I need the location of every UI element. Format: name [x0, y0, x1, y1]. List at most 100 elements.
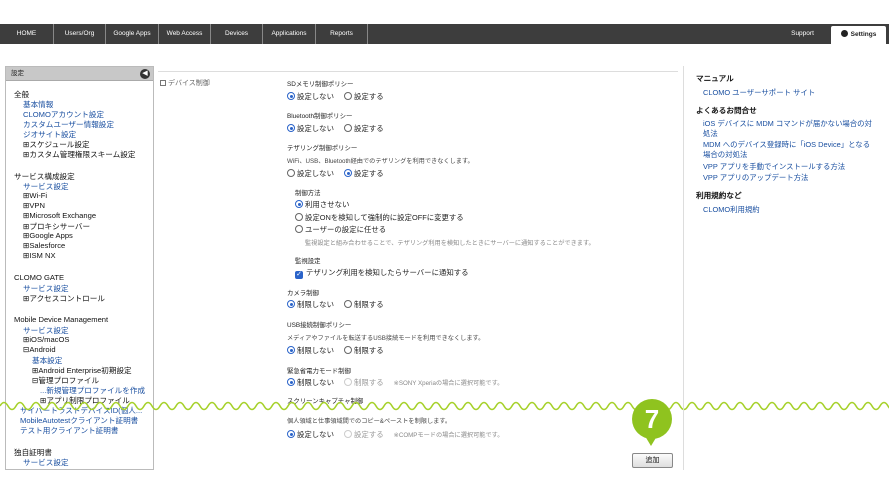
bt-policy-title: Bluetooth制御ポリシー — [287, 113, 353, 120]
radio-label: 制限しない — [297, 346, 334, 355]
checkbox-label: テザリング利用を検知したらサーバーに通知する — [306, 268, 469, 277]
radio-icon — [295, 200, 303, 208]
sidebar-item[interactable]: ⊞Microsoft Exchange — [23, 211, 96, 220]
sd-policy-on[interactable]: 設定する — [344, 92, 384, 101]
collapse-box-icon — [160, 80, 166, 86]
radio-icon — [344, 346, 353, 354]
camera-no-restrict[interactable]: 制限しない — [287, 300, 334, 309]
radio-icon — [287, 92, 295, 100]
tethering-policy-off[interactable]: 設定しない — [287, 169, 334, 178]
radio-icon — [344, 92, 353, 100]
section-device-control[interactable]: デバイス制御 — [160, 78, 210, 88]
radio-icon — [295, 213, 303, 221]
sidebar-title: 設定 — [11, 70, 24, 77]
control-method-title: 制御方法 — [295, 190, 321, 197]
radio-label: 設定する — [354, 169, 384, 178]
faq-link-vpp-install[interactable]: VPP アプリを手動でインストールする方法 — [703, 161, 845, 172]
manual-heading: マニュアル — [696, 74, 734, 83]
bt-policy-options: 設定しない 設定する — [287, 123, 392, 134]
top-nav-bar: HOME Users/Org Google Apps Web Access De… — [0, 24, 889, 44]
radio-icon — [287, 346, 295, 354]
sidebar-item[interactable]: ⊞VPN — [23, 201, 45, 210]
radio-label: 設定ONを検知して強制的に設定OFFに変更する — [305, 213, 464, 222]
bt-policy-on[interactable]: 設定する — [344, 124, 384, 133]
tab-users-org[interactable]: Users/Org — [54, 24, 106, 44]
screen-capture-off[interactable]: 設定しない — [287, 430, 334, 439]
radio-label: 設定しない — [297, 92, 334, 101]
radio-icon — [287, 124, 295, 132]
method-block-option[interactable]: 利用させない — [295, 199, 349, 210]
emergency-power-options: 制限しない 制限する ※SONY Xperiaの場合に選択可能です。 — [287, 377, 503, 388]
sd-policy-title: SDメモリ制御ポリシー — [287, 81, 354, 88]
section-label: デバイス制御 — [168, 80, 210, 87]
usb-policy-options: 制限しない 制限する — [287, 345, 392, 356]
tab-applications[interactable]: Applications — [263, 24, 316, 44]
emergency-note: ※SONY Xperiaの場合に選択可能です。 — [393, 380, 504, 387]
radio-icon — [344, 300, 353, 308]
sidebar-item[interactable]: ⊞Salesforce — [23, 241, 65, 250]
faq-heading: よくあるお問合せ — [696, 106, 757, 115]
add-button[interactable]: 追加 — [632, 453, 673, 468]
sidebar-item[interactable]: サービス設定 — [23, 457, 69, 468]
tab-settings[interactable]: Settings — [831, 26, 886, 44]
sidebar-item[interactable]: ⊞Google Apps — [23, 231, 73, 240]
radio-icon — [344, 378, 353, 386]
sidebar-item[interactable]: ⊟Android — [23, 345, 56, 354]
sidebar-header: 設定 ◀ — [6, 67, 153, 81]
callout-pointer — [645, 436, 657, 446]
usb-policy-title: USB接続制御ポリシー — [287, 322, 352, 329]
tab-reports[interactable]: Reports — [316, 24, 368, 44]
emergency-power-title: 緊急省電力モード制御 — [287, 368, 351, 375]
faq-link-vpp-update[interactable]: VPP アプリのアップデート方法 — [703, 172, 808, 183]
terms-link[interactable]: CLOMO利用規約 — [703, 204, 760, 215]
tab-devices[interactable]: Devices — [211, 24, 263, 44]
radio-label: 制限する — [354, 378, 384, 387]
camera-restrict[interactable]: 制限する — [344, 300, 384, 309]
tethering-policy-on[interactable]: 設定する — [344, 169, 384, 178]
camera-control-options: 制限しない 制限する — [287, 299, 392, 310]
radio-label: 制限しない — [297, 300, 334, 309]
usb-no-restrict[interactable]: 制限しない — [287, 346, 334, 355]
emergency-restrict[interactable]: 制限する — [344, 378, 384, 387]
terms-heading: 利用規約など — [696, 191, 742, 200]
manual-link[interactable]: CLOMO ユーザーサポート サイト — [703, 87, 815, 98]
tab-support[interactable]: Support — [775, 24, 830, 44]
tethering-policy-options: 設定しない 設定する — [287, 168, 392, 179]
control-method-desc: 監視設定と組み合わせることで、テザリング利用を検知したときにサーバーに通知するこ… — [305, 240, 595, 247]
sidebar-item[interactable]: ⊞アクセスコントロール — [23, 293, 105, 304]
radio-icon — [344, 430, 353, 438]
settings-label: Settings — [850, 31, 877, 38]
sd-policy-off[interactable]: 設定しない — [287, 92, 334, 101]
sidebar-item[interactable]: テスト用クライアント証明書 — [20, 425, 118, 436]
radio-label: ユーザーの設定に任せる — [305, 225, 387, 234]
emergency-no-restrict[interactable]: 制限しない — [287, 378, 334, 387]
monitor-notify-checkbox[interactable]: ✓ テザリング利用を検知したらサーバーに通知する — [295, 267, 469, 279]
radio-icon — [344, 124, 353, 132]
screen-capture-on[interactable]: 設定する — [344, 430, 384, 439]
faq-link-ios-device-cont[interactable]: 場合の対処法 — [703, 149, 747, 160]
tab-google-apps[interactable]: Google Apps — [106, 24, 159, 44]
monitor-setting-title: 監視設定 — [295, 258, 321, 265]
sidebar-item[interactable]: ⊞ISM NX — [23, 251, 56, 260]
method-user-option[interactable]: ユーザーの設定に任せる — [295, 224, 386, 235]
radio-icon — [287, 378, 295, 386]
screen-capture-options: 設定しない 設定する ※COMPモードの場合に選択可能です。 — [287, 429, 503, 440]
faq-link-mdm-command-cont[interactable]: 処法 — [703, 128, 718, 139]
tethering-policy-desc: WiFi、USB、Bluetooth経由でのテザリングを利用できなくします。 — [287, 158, 474, 165]
method-force-off-option[interactable]: 設定ONを検知して強制的に設定OFFに変更する — [295, 212, 464, 223]
collapse-sidebar-icon[interactable]: ◀ — [140, 69, 150, 79]
radio-icon — [295, 225, 303, 233]
faq-link-mdm-command[interactable]: iOS デバイスに MDM コマンドが届かない場合の対 — [703, 118, 872, 129]
sidebar-item[interactable]: ⊞Wi-Fi — [23, 191, 47, 200]
screen-capture-note: ※COMPモードの場合に選択可能です。 — [393, 432, 504, 439]
bt-policy-off[interactable]: 設定しない — [287, 124, 334, 133]
radio-icon — [287, 169, 295, 177]
tab-home[interactable]: HOME — [0, 24, 54, 44]
sidebar-item[interactable]: ⊞iOS/macOS — [23, 335, 69, 344]
radio-label: 制限しない — [297, 378, 334, 387]
sidebar-item[interactable]: ⊞カスタム管理権限スキーム設定 — [23, 149, 135, 160]
sidebar-group-title: CLOMO GATE — [14, 273, 65, 282]
usb-restrict[interactable]: 制限する — [344, 346, 384, 355]
check-icon: ✓ — [295, 271, 303, 279]
tab-web-access[interactable]: Web Access — [159, 24, 211, 44]
